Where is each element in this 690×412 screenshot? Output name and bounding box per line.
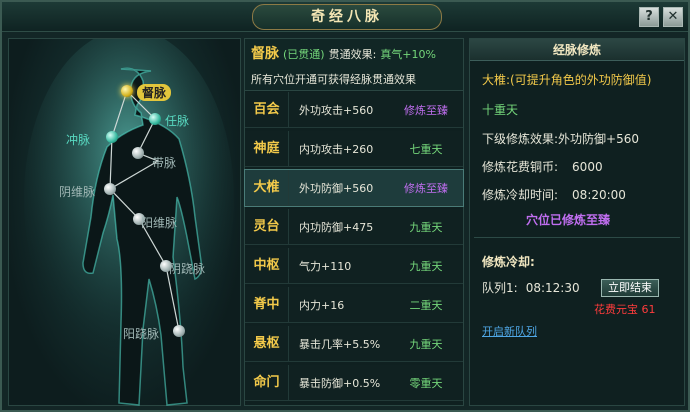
acupoint-effect: 气力+110 (299, 259, 352, 273)
acupoint-name: 百会 (245, 92, 289, 127)
acupoint-effect: 内力+16 (299, 298, 345, 312)
meridian-header: 督脉 (已贯通) 贯通效果: 真气+10% 所有穴位开通可获得经脉贯通效果 (245, 39, 463, 91)
acupoint-row[interactable]: 命门 暴击防御+0.5% 零重天 (245, 365, 463, 401)
meridian-label-daimai[interactable]: 带脉 (152, 154, 176, 171)
cost-value: 6000 (572, 160, 603, 174)
meridian-label-yangqiaomai[interactable]: 阳跷脉 (123, 325, 159, 342)
open-new-queue-link[interactable]: 开启新队列 (482, 323, 537, 339)
meridian-label-yinqiaomai[interactable]: 阴跷脉 (169, 260, 205, 277)
acupoint-level: 修炼至臻 (404, 181, 448, 195)
queue-time: 08:12:30 (525, 281, 580, 295)
divider (474, 237, 680, 238)
acupoint-name: 中枢 (245, 248, 289, 283)
acupoint-name: 神庭 (245, 131, 289, 166)
finish-now-button[interactable]: 立即结束 (601, 279, 659, 297)
next-effect-value: 外功防御+560 (558, 132, 640, 146)
queue-label: 队列1: (482, 281, 518, 295)
meridian-label-yinweimai[interactable]: 阴维脉 (59, 183, 95, 200)
cooldown-value: 08:20:00 (572, 188, 626, 202)
acupoint-row[interactable]: 中枢 气力+110 九重天 (245, 248, 463, 284)
acupoint-level: 九重天 (409, 220, 443, 234)
acupoint-renmai-marker[interactable] (149, 113, 161, 125)
acupoint-name: 灵台 (245, 209, 289, 244)
acupoint-name: 悬枢 (245, 326, 289, 361)
acupoint-name: 脊中 (245, 287, 289, 322)
finish-cost-note: 花费元宝 61 (594, 303, 656, 316)
acupoint-row[interactable]: 百会 外功攻击+560 修炼至臻 (245, 92, 463, 128)
acupoint-row[interactable]: 大椎 外功防御+560 修炼至臻 (244, 169, 464, 207)
meridian-label-renmai[interactable]: 任脉 (165, 112, 189, 129)
effect-label: 贯通效果: (328, 48, 377, 61)
effect-value: 真气+10% (380, 48, 436, 61)
meridian-label-dumai[interactable]: 督脉 (137, 84, 172, 101)
acupoint-yangqiaomai-marker[interactable] (173, 325, 185, 337)
acupoint-level: 九重天 (409, 259, 443, 273)
detail-panel-title: 经脉修炼 (470, 39, 684, 61)
cooldown-label: 修炼冷却时间: (482, 188, 559, 202)
acupoint-name: 大椎 (245, 170, 289, 205)
meridian-description: 所有穴位开通可获得经脉贯通效果 (251, 73, 416, 86)
acupoint-effect: 外功攻击+560 (299, 103, 374, 117)
body-meridian-map: 督脉 任脉 冲脉 带脉 阴维脉 阳维脉 阴跷脉 阳跷脉 (8, 38, 241, 406)
acupoint-row[interactable]: 神庭 内功攻击+260 七重天 (245, 131, 463, 167)
help-button[interactable]: ? (639, 7, 659, 27)
title-bar: 奇经八脉 ? ✕ (2, 2, 688, 32)
meridian-status: (已贯通) (283, 48, 325, 61)
acupoint-effect: 外功防御+560 (299, 181, 374, 195)
acupoint-effect: 暴击几率+5.5% (299, 337, 381, 351)
acupoint-row[interactable]: 悬枢 暴击几率+5.5% 九重天 (245, 326, 463, 362)
acupoint-effect: 暴击防御+0.5% (299, 376, 381, 390)
acupoint-yinweimai-marker[interactable] (104, 183, 116, 195)
close-button[interactable]: ✕ (663, 7, 683, 27)
meridian-label-chongmai[interactable]: 冲脉 (66, 131, 90, 148)
acupoint-name: 命门 (245, 365, 289, 400)
acupoint-level: 九重天 (409, 337, 443, 351)
acupoint-level: 七重天 (409, 142, 443, 156)
acupoint-level: 零重天 (409, 376, 443, 390)
cultivation-detail-panel: 经脉修炼 大椎:(可提升角色的外功防御值) 十重天 下级修炼效果:外功防御+56… (469, 38, 685, 406)
acupoint-chongmai-marker[interactable] (106, 131, 118, 143)
acupoint-row[interactable]: 脊中 内力+16 二重天 (245, 287, 463, 323)
acupoint-level: 二重天 (409, 298, 443, 312)
acupoint-daimai-marker[interactable] (132, 147, 144, 159)
meridian-name: 督脉 (251, 46, 279, 62)
current-level: 十重天 (482, 103, 519, 117)
acupoint-effect: 内功防御+475 (299, 220, 374, 234)
queue-title: 修炼冷却: (482, 255, 535, 269)
acupoint-dumai-marker[interactable] (121, 85, 133, 97)
meridian-window: 奇经八脉 ? ✕ 督脉 任脉 冲脉 带脉 阴维脉 阳维脉 阴跷脉 阳跷脉 督脉 … (0, 0, 690, 412)
acupoint-effect: 内功攻击+260 (299, 142, 374, 156)
next-effect-label: 下级修炼效果: (482, 132, 559, 146)
acupoint-level: 修炼至臻 (404, 103, 448, 117)
acupoint-row[interactable]: 灵台 内功防御+475 九重天 (245, 209, 463, 245)
meridian-label-yangweimai[interactable]: 阳维脉 (141, 214, 177, 231)
acupoint-list-panel: 督脉 (已贯通) 贯通效果: 真气+10% 所有穴位开通可获得经脉贯通效果 百会… (244, 38, 464, 406)
point-title: 大椎:(可提升角色的外功防御值) (482, 73, 652, 87)
window-title: 奇经八脉 (252, 4, 442, 30)
cost-label: 修炼花费铜币: (482, 160, 559, 174)
maxed-notice: 穴位已修炼至臻 (526, 213, 611, 227)
